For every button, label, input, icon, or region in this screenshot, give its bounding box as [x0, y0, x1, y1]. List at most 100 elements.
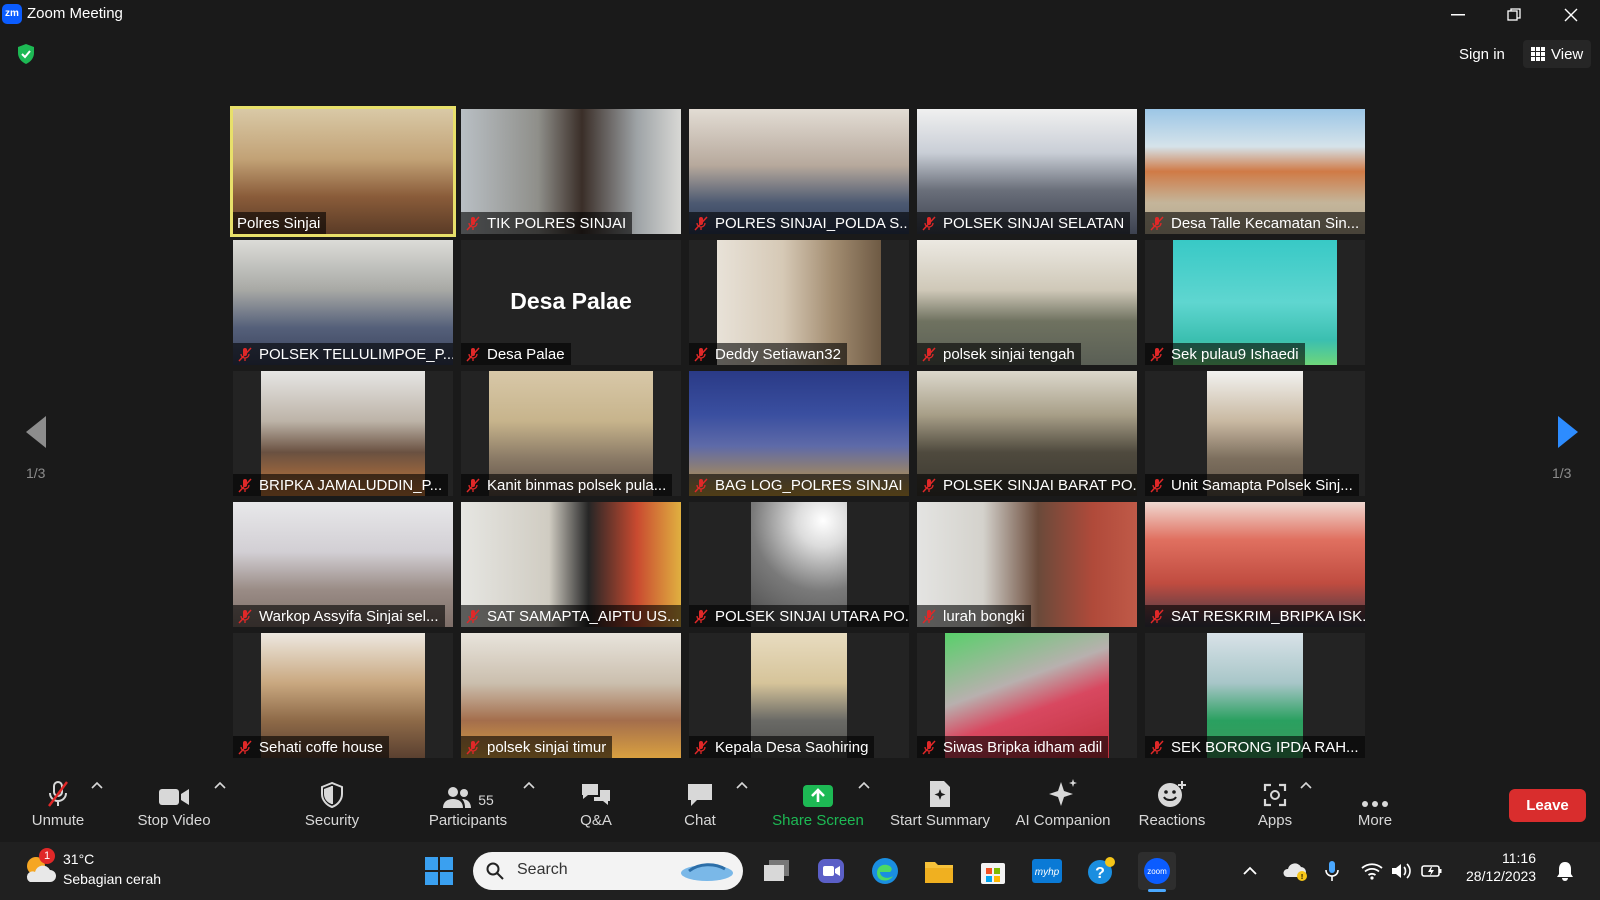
speaker-volume-icon — [1392, 863, 1411, 879]
stop-video-button[interactable]: Stop Video — [132, 770, 216, 842]
zoom-taskbar-button[interactable]: zoom — [1138, 852, 1176, 892]
participant-tile[interactable]: BRIPKA JAMALUDDIN_P... — [233, 371, 453, 496]
unmute-label: Unmute — [31, 812, 85, 829]
participant-tile[interactable]: TIK POLRES SINJAI — [461, 109, 681, 234]
show-hidden-icons-button[interactable] — [1240, 854, 1260, 888]
microphone-tray-button[interactable] — [1320, 854, 1344, 888]
apps-options-caret-icon[interactable] — [1300, 780, 1312, 790]
muted-mic-icon — [466, 609, 480, 624]
security-button[interactable]: Security — [296, 770, 368, 842]
participant-tile[interactable]: POLSEK TELLULIMPOE_P... — [233, 240, 453, 365]
taskbar-clock[interactable]: 11:16 28/12/2023 — [1466, 850, 1536, 884]
chevron-up-icon — [1243, 866, 1257, 875]
participant-name: polsek sinjai timur — [487, 738, 607, 756]
participant-name-label: lurah bongki — [917, 605, 1031, 627]
unmute-button[interactable]: Unmute — [22, 770, 94, 842]
view-button[interactable]: View — [1523, 40, 1592, 68]
participant-name: Siwas Bripka idham adil — [943, 738, 1103, 756]
wifi-button[interactable] — [1360, 854, 1384, 888]
participant-tile[interactable]: lurah bongki — [917, 502, 1137, 627]
title-bar: zm Zoom Meeting — [0, 0, 1600, 30]
participant-tile[interactable]: POLSEK SINJAI BARAT PO... — [917, 371, 1137, 496]
battery-button[interactable] — [1420, 854, 1444, 888]
apps-button[interactable]: Apps — [1250, 770, 1300, 842]
participant-tile[interactable]: Sek pulau9 Ishaedi — [1145, 240, 1365, 365]
participant-display-name: Desa Palae — [510, 288, 632, 314]
sign-in-button[interactable]: Sign in — [1451, 40, 1513, 68]
task-view-button[interactable] — [760, 854, 794, 888]
participant-name-label: BAG LOG_POLRES SINJAI — [689, 474, 909, 496]
participant-tile[interactable]: Kepala Desa Saohiring — [689, 633, 909, 758]
previous-page-arrow-icon[interactable] — [22, 412, 52, 452]
participant-tile[interactable]: Deddy Setiawan32 — [689, 240, 909, 365]
start-button[interactable] — [422, 854, 456, 888]
participant-tile[interactable]: Warkop Assyifa Sinjai sel... — [233, 502, 453, 627]
video-options-caret-icon[interactable] — [214, 780, 226, 790]
taskbar-search-box[interactable]: Search — [473, 852, 743, 890]
participant-tile[interactable]: Sehati coffe house — [233, 633, 453, 758]
share-screen-button[interactable]: Share Screen — [770, 770, 866, 842]
chat-label: Chat — [684, 812, 716, 829]
participant-tile[interactable]: POLSEK SINJAI SELATAN — [917, 109, 1137, 234]
participant-name: POLSEK SINJAI SELATAN — [943, 214, 1125, 232]
participants-options-caret-icon[interactable] — [523, 780, 535, 790]
participant-tile[interactable]: Unit Samapta Polsek Sinj... — [1145, 371, 1365, 496]
get-help-button[interactable]: ? — [1084, 854, 1118, 888]
chat-options-caret-icon[interactable] — [736, 780, 748, 790]
participant-tile[interactable]: Desa Palae Desa Palae — [461, 240, 681, 365]
start-summary-label: Start Summary — [889, 812, 991, 829]
file-explorer-button[interactable] — [922, 854, 956, 888]
notifications-button[interactable] — [1552, 854, 1578, 888]
chat-bubble-icon — [688, 784, 712, 806]
participant-tile[interactable]: polsek sinjai tengah — [917, 240, 1137, 365]
microsoft-store-button[interactable] — [976, 854, 1010, 888]
muted-mic-icon — [922, 740, 936, 755]
participant-tile[interactable]: Polres Sinjai — [230, 106, 456, 237]
start-summary-button[interactable]: Start Summary — [884, 770, 996, 842]
restore-button[interactable] — [1489, 0, 1539, 30]
muted-mic-icon — [466, 478, 480, 493]
participant-name-label: Desa Palae — [461, 343, 571, 365]
share-screen-label: Share Screen — [772, 812, 864, 829]
onedrive-button[interactable]: ! — [1282, 854, 1308, 888]
audio-options-caret-icon[interactable] — [91, 780, 103, 790]
reactions-button[interactable]: Reactions — [1130, 770, 1214, 842]
ai-companion-button[interactable]: AI Companion — [1008, 770, 1118, 842]
security-label: Security — [304, 812, 360, 829]
clock-time: 11:16 — [1502, 850, 1536, 866]
participants-button[interactable]: 55 Participants — [420, 770, 516, 842]
participant-tile[interactable]: POLRES SINJAI_POLDA S... — [689, 109, 909, 234]
active-app-indicator — [1148, 889, 1166, 892]
participant-name: Desa Palae — [487, 345, 565, 363]
more-button[interactable]: More — [1350, 770, 1400, 842]
participant-tile[interactable]: SAT RESKRIM_BRIPKA ISK... — [1145, 502, 1365, 627]
muted-mic-icon — [694, 216, 708, 231]
participant-tile[interactable]: SEK BORONG IPDA RAH... — [1145, 633, 1365, 758]
participant-tile[interactable]: Siwas Bripka idham adil — [917, 633, 1137, 758]
minimize-button[interactable] — [1433, 0, 1483, 30]
qa-label: Q&A — [580, 812, 612, 829]
edge-browser-button[interactable] — [868, 854, 902, 888]
participant-tile[interactable]: Desa Talle Kecamatan Sin... — [1145, 109, 1365, 234]
minimize-icon — [1451, 14, 1465, 16]
participant-name: Desa Talle Kecamatan Sin... — [1171, 214, 1360, 232]
volume-button[interactable] — [1390, 854, 1414, 888]
myhp-app-button[interactable]: myhp — [1030, 854, 1064, 888]
encryption-shield-icon[interactable] — [15, 43, 37, 65]
participant-tile[interactable]: SAT SAMAPTA_AIPTU US... — [461, 502, 681, 627]
chat-button[interactable]: Chat — [680, 770, 720, 842]
stop-video-label: Stop Video — [137, 812, 211, 829]
participant-tile[interactable]: POLSEK SINJAI UTARA PO... — [689, 502, 909, 627]
teams-meet-button[interactable] — [814, 854, 848, 888]
participant-tile[interactable]: Kanit binmas polsek pula... — [461, 371, 681, 496]
next-page-arrow-icon[interactable] — [1552, 412, 1582, 452]
qa-button[interactable]: Q&A — [572, 770, 620, 842]
participant-tile[interactable]: polsek sinjai timur — [461, 633, 681, 758]
page-indicator-right: 1/3 — [1552, 465, 1572, 481]
muted-mic-icon — [694, 740, 708, 755]
participant-tile[interactable]: BAG LOG_POLRES SINJAI — [689, 371, 909, 496]
weather-widget[interactable]: 1 — [22, 848, 58, 886]
leave-button[interactable]: Leave — [1509, 789, 1586, 822]
close-button[interactable] — [1546, 0, 1596, 30]
share-options-caret-icon[interactable] — [858, 780, 870, 790]
